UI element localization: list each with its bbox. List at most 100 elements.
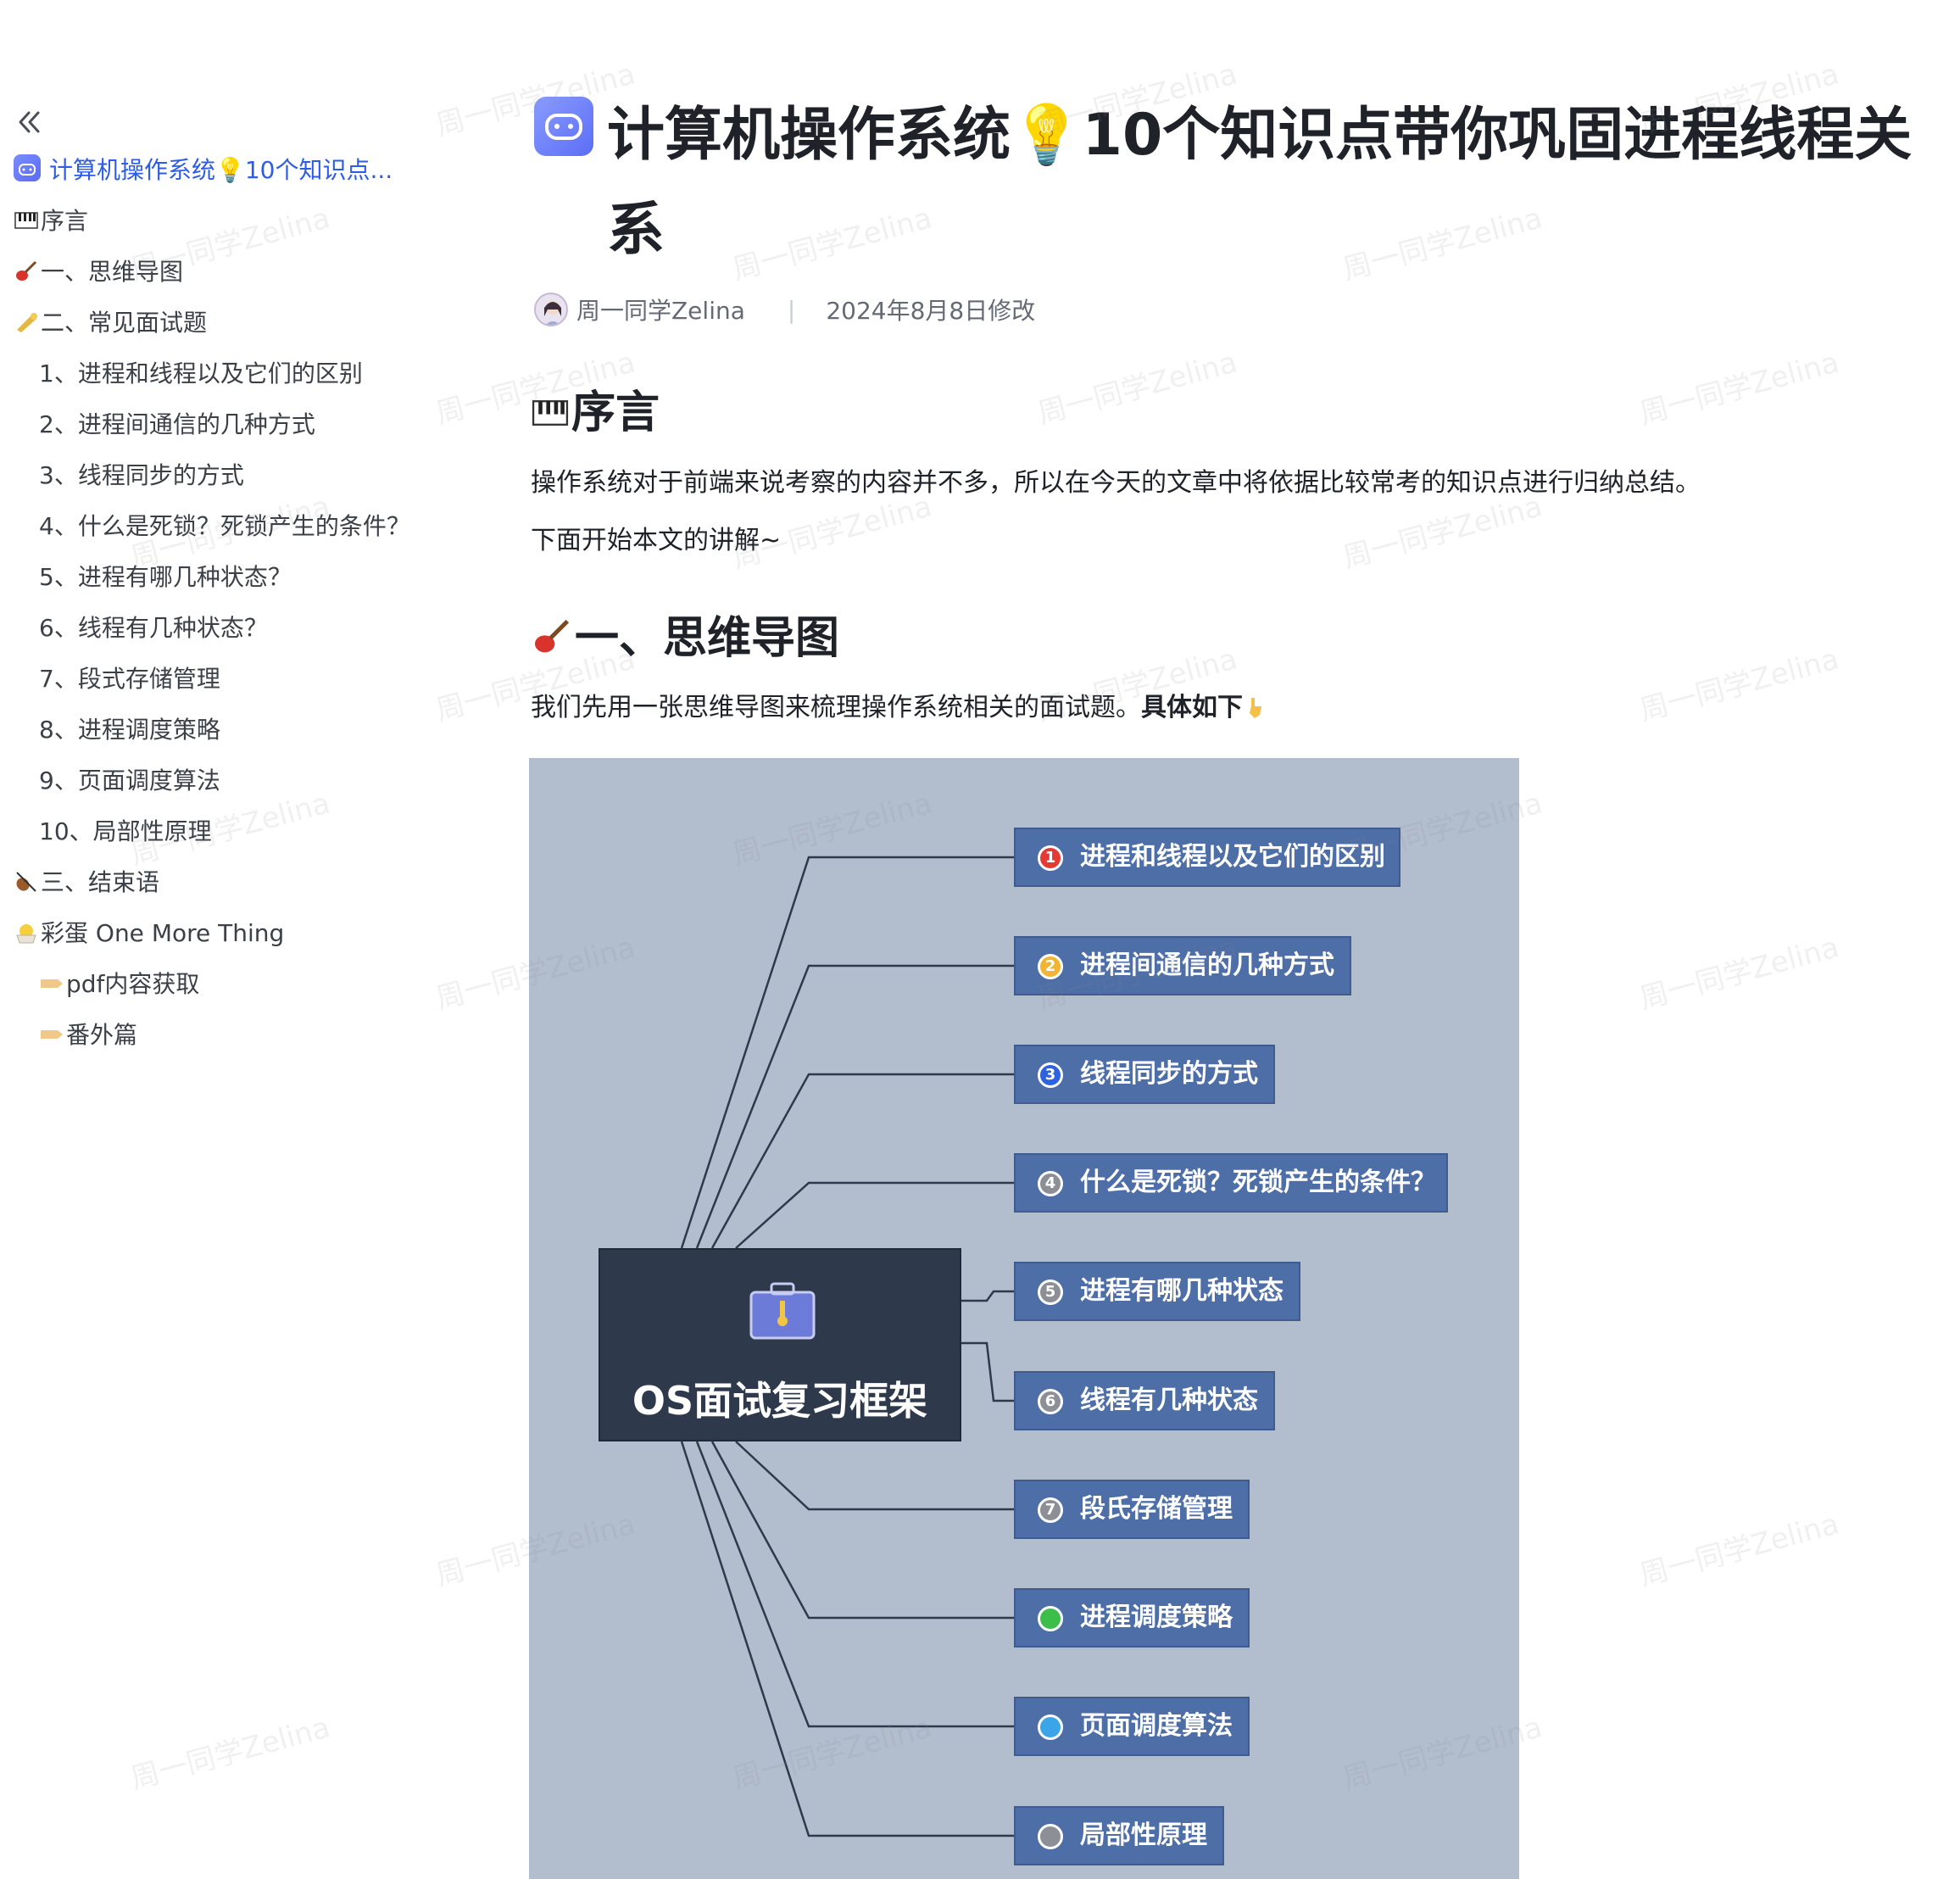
guitar-icon	[14, 255, 39, 281]
connector-line	[695, 964, 1014, 1249]
toc-item-title[interactable]: 计算机操作系统💡10个知识点...	[14, 149, 393, 192]
guitar-icon	[531, 614, 573, 656]
preface-paragraph-2: 下面开始本文的讲解~	[531, 526, 782, 555]
toc-item-q10[interactable]: 10、局部性原理	[39, 811, 212, 853]
node-label: 线程有几种状态	[1080, 1386, 1258, 1415]
toc-label: 彩蛋 One More Thing	[41, 919, 285, 947]
intro-bold-text: 具体如下	[1141, 693, 1243, 722]
tag-icon	[39, 1018, 64, 1044]
preface-paragraph-1: 操作系统对于前端来说考察的内容并不多，所以在今天的文章中将依据比较常考的知识点进…	[531, 468, 1701, 498]
heading-mindmap: 一、思维导图	[531, 609, 839, 668]
briefcase-icon	[749, 1280, 816, 1340]
sidebar: 计算机操作系统💡10个知识点... 序言 一、思维导图 二、常见面试题 1、进程…	[0, 0, 441, 1879]
mindmap-node: 5 进程有哪几种状态	[1014, 1262, 1300, 1321]
avatar[interactable]	[534, 293, 568, 326]
connector-line	[961, 1341, 1014, 1402]
mindmap-node: 7 段氏存储管理	[1014, 1480, 1250, 1539]
chick-icon	[14, 917, 39, 944]
toc-label: 三、结束语	[41, 868, 160, 896]
toc-label: 计算机操作系统💡10个知识点...	[49, 156, 393, 184]
author-name[interactable]: 周一同学Zelina	[576, 293, 745, 326]
toc-item-pdf[interactable]: pdf内容获取	[39, 963, 199, 1006]
mindmap-node: 1 进程和线程以及它们的区别	[1014, 828, 1400, 887]
node-label: 进程和线程以及它们的区别	[1080, 842, 1385, 872]
toc-item-q7[interactable]: 7、段式存储管理	[39, 658, 220, 700]
number-badge	[1038, 1824, 1063, 1849]
number-badge	[1038, 1715, 1063, 1740]
number-badge: 7	[1038, 1497, 1063, 1523]
connector-line	[735, 1441, 1014, 1511]
node-label: 进程调度策略	[1080, 1603, 1233, 1632]
violin-icon	[14, 866, 39, 892]
connector-line	[710, 1441, 1014, 1620]
toc-label: 序言	[41, 207, 89, 235]
number-badge: 3	[1038, 1062, 1063, 1088]
mindmap-node: 进程调度策略	[1014, 1588, 1250, 1648]
mindmap-node: 6 线程有几种状态	[1014, 1371, 1275, 1430]
connector-line	[735, 1181, 1014, 1249]
toc-item-preface[interactable]: 序言	[14, 200, 88, 243]
toc-label: 一、思维导图	[41, 258, 184, 286]
heading-text: 一、思维导图	[575, 613, 840, 664]
toc-item-q4[interactable]: 4、什么是死锁？死锁产生的条件？	[39, 505, 410, 548]
number-badge: 1	[1038, 845, 1063, 871]
mindmap-node: 2 进程间通信的几种方式	[1014, 936, 1351, 995]
trumpet-icon	[14, 306, 39, 332]
number-badge: 6	[1038, 1389, 1063, 1414]
toc-item-q3[interactable]: 3、线程同步的方式	[39, 454, 244, 497]
mindmap-node: 4 什么是死锁？死锁产生的条件？	[1014, 1153, 1448, 1213]
mindmap-node: 3 线程同步的方式	[1014, 1045, 1275, 1104]
collapse-sidebar-icon[interactable]	[12, 105, 46, 139]
toc-label: 二、常见面试题	[41, 309, 208, 337]
divider: |	[787, 295, 796, 324]
number-badge	[1038, 1606, 1063, 1631]
toc-item-mindmap[interactable]: 一、思维导图	[14, 251, 183, 293]
piano-icon	[531, 388, 570, 427]
pointing-down-icon	[1243, 694, 1268, 720]
modified-date: 2024年8月8日修改	[826, 297, 1036, 325]
tag-icon	[39, 967, 64, 993]
connector-line	[710, 1073, 1014, 1249]
intro-text: 我们先用一张思维导图来梳理操作系统相关的面试题。	[531, 693, 1141, 722]
toc-label: 番外篇	[66, 1021, 138, 1049]
connector-line	[680, 1441, 1014, 1837]
toc-item-q1[interactable]: 1、进程和线程以及它们的区别	[39, 353, 363, 395]
connector-line	[680, 856, 1014, 1249]
toc-item-q6[interactable]: 6、线程有几种状态？	[39, 607, 268, 650]
number-badge: 4	[1038, 1171, 1063, 1196]
mindmap-center-node: OS面试复习框架	[599, 1248, 961, 1441]
node-label: 线程同步的方式	[1080, 1059, 1258, 1089]
app-icon	[534, 97, 593, 156]
node-label: 页面调度算法	[1080, 1711, 1233, 1741]
toc-item-questions[interactable]: 二、常见面试题	[14, 302, 207, 344]
toc-item-q5[interactable]: 5、进程有哪几种状态？	[39, 556, 292, 599]
toc-item-conclusion[interactable]: 三、结束语	[14, 861, 159, 904]
toc-item-q9[interactable]: 9、页面调度算法	[39, 760, 220, 802]
mindmap-intro: 我们先用一张思维导图来梳理操作系统相关的面试题。具体如下	[531, 691, 1270, 725]
node-label: 进程间通信的几种方式	[1080, 951, 1334, 980]
mindmap-node: 页面调度算法	[1014, 1697, 1250, 1756]
app-icon	[14, 154, 41, 181]
toc-item-extra[interactable]: 番外篇	[39, 1014, 137, 1057]
node-label: 段氏存储管理	[1080, 1494, 1233, 1524]
piano-icon	[14, 204, 39, 230]
document: 计算机操作系统💡10个知识点带你巩固进程线程关系 周一同学Zelina | 20…	[526, 0, 1916, 1879]
number-badge: 5	[1038, 1280, 1063, 1305]
heading-text: 序言	[571, 388, 660, 438]
connector-line	[961, 1290, 1014, 1302]
toc-label: pdf内容获取	[66, 970, 200, 998]
mindmap-node: 局部性原理	[1014, 1806, 1224, 1865]
doc-meta: 周一同学Zelina | 2024年8月8日修改	[534, 292, 1035, 327]
toc-item-q2[interactable]: 2、进程间通信的几种方式	[39, 404, 315, 446]
connector-line	[695, 1441, 1014, 1728]
node-label: 局部性原理	[1080, 1820, 1207, 1850]
heading-preface: 序言	[531, 383, 660, 443]
center-label: OS面试复习框架	[632, 1378, 928, 1424]
node-label: 什么是死锁？死锁产生的条件？	[1080, 1168, 1436, 1197]
number-badge: 2	[1038, 954, 1063, 979]
node-label: 进程有哪几种状态	[1080, 1276, 1283, 1306]
page-title: 计算机操作系统💡10个知识点带你巩固进程线程关系	[607, 102, 1913, 264]
mindmap-image: OS面试复习框架 1 进程和线程以及它们的区别 2 进程间通信的几种方式 3 线程同步的方…	[529, 758, 1519, 1879]
toc-item-q8[interactable]: 8、进程调度策略	[39, 709, 220, 751]
toc-item-easter-egg[interactable]: 彩蛋 One More Thing	[14, 912, 284, 955]
